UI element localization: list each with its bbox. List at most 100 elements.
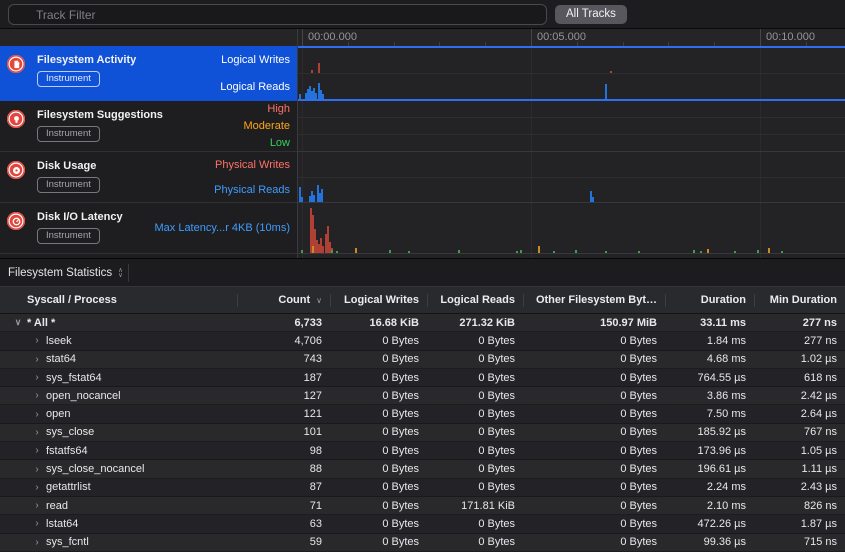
ruler-label: 00:05.000 [537, 31, 586, 43]
column-label: Logical Writes [344, 294, 419, 306]
pane-divider[interactable] [297, 29, 298, 258]
syscall-name: open [46, 408, 70, 420]
syscall-name: sys_close_nocancel [46, 463, 144, 475]
disclosure-icon[interactable]: › [31, 335, 43, 346]
cell-other: 0 Bytes [523, 408, 665, 420]
data-spike [707, 249, 709, 253]
timeline-ruler[interactable]: 00:00.000 00:05.000 00:10.000 [298, 29, 845, 46]
track-header-filesystem-suggestions[interactable]: Filesystem SuggestionsInstrumentHighMode… [0, 101, 298, 152]
detail-pane: Filesystem Statistics ∧∨ Syscall / Proce… [0, 258, 845, 552]
all-tracks-button[interactable]: All Tracks [555, 5, 627, 24]
column-header-logical-reads[interactable]: Logical Reads [427, 287, 523, 313]
cell-min_duration: 767 ns [754, 426, 845, 438]
file-activity-icon [7, 55, 25, 73]
table-row[interactable]: ›sys_fstat641870 Bytes0 Bytes0 Bytes764.… [0, 369, 845, 387]
chevron-updown-icon: ∧∨ [118, 268, 123, 278]
plot-lane [298, 203, 845, 253]
table-row[interactable]: ›stat647430 Bytes0 Bytes0 Bytes4.68 ms1.… [0, 351, 845, 369]
disclosure-icon[interactable]: › [31, 482, 43, 493]
table-row[interactable]: ›sys_close_nocancel880 Bytes0 Bytes0 Byt… [0, 460, 845, 478]
syscall-cell: ›open_nocancel [0, 390, 237, 402]
plot-lane [298, 101, 845, 118]
disclosure-icon[interactable]: ∨ [12, 317, 24, 328]
track-plot-disk-i-o-latency[interactable] [298, 203, 845, 254]
track-plot-filesystem-activity[interactable] [298, 46, 845, 101]
track-header-filesystem-activity[interactable]: Filesystem ActivityInstrumentLogical Wri… [0, 46, 298, 101]
table-row[interactable]: ›lseek4,7060 Bytes0 Bytes0 Bytes1.84 ms2… [0, 332, 845, 350]
syscall-cell: ›fstatfs64 [0, 445, 237, 457]
syscall-cell: ›stat64 [0, 353, 237, 365]
table-row[interactable]: ›sys_fcntl590 Bytes0 Bytes0 Bytes99.36 µ… [0, 534, 845, 552]
cell-count: 127 [237, 390, 330, 402]
toolbar: All Tracks [0, 0, 845, 29]
column-header-logical-writes[interactable]: Logical Writes [330, 287, 427, 313]
cell-logical_reads: 0 Bytes [427, 408, 523, 420]
track-list: Filesystem ActivityInstrumentLogical Wri… [0, 46, 298, 258]
detail-view-selector[interactable]: Filesystem Statistics ∧∨ [8, 259, 123, 286]
data-spike [408, 251, 410, 253]
disclosure-icon[interactable]: › [31, 464, 43, 475]
cell-min_duration: 826 ns [754, 500, 845, 512]
disclosure-icon[interactable]: › [31, 518, 43, 529]
track-plot-disk-usage[interactable] [298, 152, 845, 203]
ruler-label: 00:10.000 [766, 31, 815, 43]
column-header-count[interactable]: Count∨ [237, 287, 330, 313]
cell-duration: 1.84 ms [665, 335, 754, 347]
disclosure-icon[interactable]: › [31, 390, 43, 401]
cell-other: 0 Bytes [523, 390, 665, 402]
lane-label-physical-writes: Physical Writes [215, 159, 290, 171]
data-spike [734, 251, 736, 253]
cell-other: 0 Bytes [523, 426, 665, 438]
disclosure-icon[interactable]: › [31, 354, 43, 365]
cell-logical_writes: 0 Bytes [330, 390, 427, 402]
cell-duration: 764.55 µs [665, 372, 754, 384]
table-row[interactable]: ›read710 Bytes171.81 KiB0 Bytes2.10 ms82… [0, 497, 845, 515]
table-row[interactable]: ›open_nocancel1270 Bytes0 Bytes0 Bytes3.… [0, 387, 845, 405]
disclosure-icon[interactable]: › [31, 372, 43, 383]
cell-min_duration: 1.11 µs [754, 463, 845, 475]
column-header-syscall-process[interactable]: Syscall / Process [0, 287, 237, 313]
syscall-cell: ›sys_fstat64 [0, 372, 237, 384]
table-row[interactable]: ›getattrlist870 Bytes0 Bytes0 Bytes2.24 … [0, 479, 845, 497]
table-row[interactable]: ›lstat64630 Bytes0 Bytes0 Bytes472.26 µs… [0, 515, 845, 533]
disclosure-icon[interactable]: › [31, 445, 43, 456]
cell-count: 59 [237, 536, 330, 548]
table-row[interactable]: ›fstatfs64980 Bytes0 Bytes0 Bytes173.96 … [0, 442, 845, 460]
cell-logical_writes: 16.68 KiB [330, 317, 427, 329]
disclosure-icon[interactable]: › [31, 537, 43, 548]
table-row[interactable]: ›open1210 Bytes0 Bytes0 Bytes7.50 ms2.64… [0, 405, 845, 423]
data-spike [336, 251, 338, 253]
sort-indicator-icon: ∨ [316, 296, 322, 305]
data-spike [311, 70, 313, 73]
table-row[interactable]: ∨* All *6,73316.68 KiB271.32 KiB150.97 M… [0, 314, 845, 332]
data-spike [299, 94, 301, 99]
cell-min_duration: 618 ns [754, 372, 845, 384]
data-spike [553, 251, 555, 253]
syscall-cell: ›lstat64 [0, 518, 237, 530]
column-header-min-duration[interactable]: Min Duration [754, 287, 845, 313]
column-header-other-filesystem-byt[interactable]: Other Filesystem Byt… [523, 287, 665, 313]
disclosure-icon[interactable]: › [31, 409, 43, 420]
disclosure-icon[interactable]: › [31, 427, 43, 438]
data-spike [605, 84, 607, 99]
ruler-label: 00:00.000 [308, 31, 357, 43]
cell-min_duration: 715 ns [754, 536, 845, 548]
cell-count: 6,733 [237, 317, 330, 329]
cell-count: 187 [237, 372, 330, 384]
disclosure-icon[interactable]: › [31, 500, 43, 511]
stats-table-header: Syscall / ProcessCount∨ Logical Writes Log… [0, 287, 845, 314]
track-filter-input[interactable] [8, 4, 547, 25]
data-spike [610, 71, 612, 73]
cell-duration: 4.68 ms [665, 353, 754, 365]
syscall-name: sys_close [46, 426, 94, 438]
column-header-duration[interactable]: Duration [665, 287, 754, 313]
data-spike [313, 195, 315, 202]
cell-logical_writes: 0 Bytes [330, 518, 427, 530]
table-row[interactable]: ›sys_close1010 Bytes0 Bytes0 Bytes185.92… [0, 424, 845, 442]
track-plot-filesystem-suggestions[interactable] [298, 101, 845, 152]
cell-min_duration: 1.05 µs [754, 445, 845, 457]
cell-logical_writes: 0 Bytes [330, 463, 427, 475]
track-header-disk-i-o-latency[interactable]: Disk I/O LatencyInstrumentMax Latency...… [0, 203, 298, 254]
track-header-disk-usage[interactable]: Disk UsageInstrumentPhysical WritesPhysi… [0, 152, 298, 203]
cell-logical_writes: 0 Bytes [330, 481, 427, 493]
